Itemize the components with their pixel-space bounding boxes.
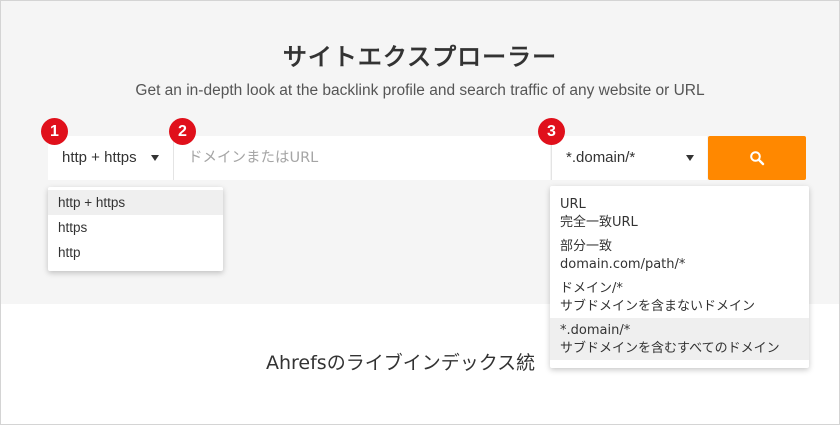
domain-input[interactable]	[174, 136, 550, 180]
mode-select-value: *.domain/*	[566, 149, 636, 166]
mode-dropdown: URL 完全一致URL 部分一致 domain.com/path/* ドメイン/…	[550, 186, 809, 368]
page-frame: サイトエクスプローラー Get an in-depth look at the …	[0, 0, 840, 425]
mode-option-url[interactable]: URL 完全一致URL	[550, 192, 809, 234]
protocol-option-http-https[interactable]: http + https	[48, 190, 223, 215]
mode-option-domain[interactable]: ドメイン/* サブドメインを含まないドメイン	[550, 276, 809, 318]
mode-option-desc: サブドメインを含むすべてのドメイン	[560, 340, 780, 356]
protocol-option-https[interactable]: https	[48, 215, 223, 240]
mode-option-prefix[interactable]: 部分一致 domain.com/path/*	[550, 234, 809, 276]
mode-option-desc: domain.com/path/*	[560, 256, 686, 272]
protocol-option-http[interactable]: http	[48, 240, 223, 265]
caret-down-icon	[686, 155, 694, 161]
mode-option-title: 部分一致	[560, 239, 613, 254]
caret-down-icon	[151, 155, 159, 161]
search-icon	[750, 151, 765, 166]
page-subtitle: Get an in-depth look at the backlink pro…	[135, 82, 705, 99]
index-section-heading: Ahrefsのライブインデックス統	[266, 352, 536, 374]
step-badge-1: 1	[41, 118, 68, 145]
protocol-select[interactable]: http + https	[48, 136, 174, 180]
mode-option-desc: 完全一致URL	[560, 214, 638, 230]
protocol-dropdown: http + https https http	[48, 187, 223, 271]
mode-option-subdomains[interactable]: *.domain/* サブドメインを含むすべてのドメイン	[550, 318, 809, 360]
mode-option-title: URL	[560, 197, 586, 212]
mode-select[interactable]: *.domain/*	[551, 136, 707, 180]
mode-option-title: ドメイン/*	[560, 281, 623, 296]
mode-option-title: *.domain/*	[560, 323, 631, 338]
search-bar: http + https *.domain/*	[48, 136, 806, 180]
step-badge-2: 2	[169, 118, 196, 145]
search-button[interactable]	[708, 136, 806, 180]
mode-option-desc: サブドメインを含まないドメイン	[560, 298, 756, 314]
protocol-select-value: http + https	[62, 149, 137, 166]
step-badge-3: 3	[538, 118, 565, 145]
page-title: サイトエクスプローラー	[282, 43, 558, 71]
